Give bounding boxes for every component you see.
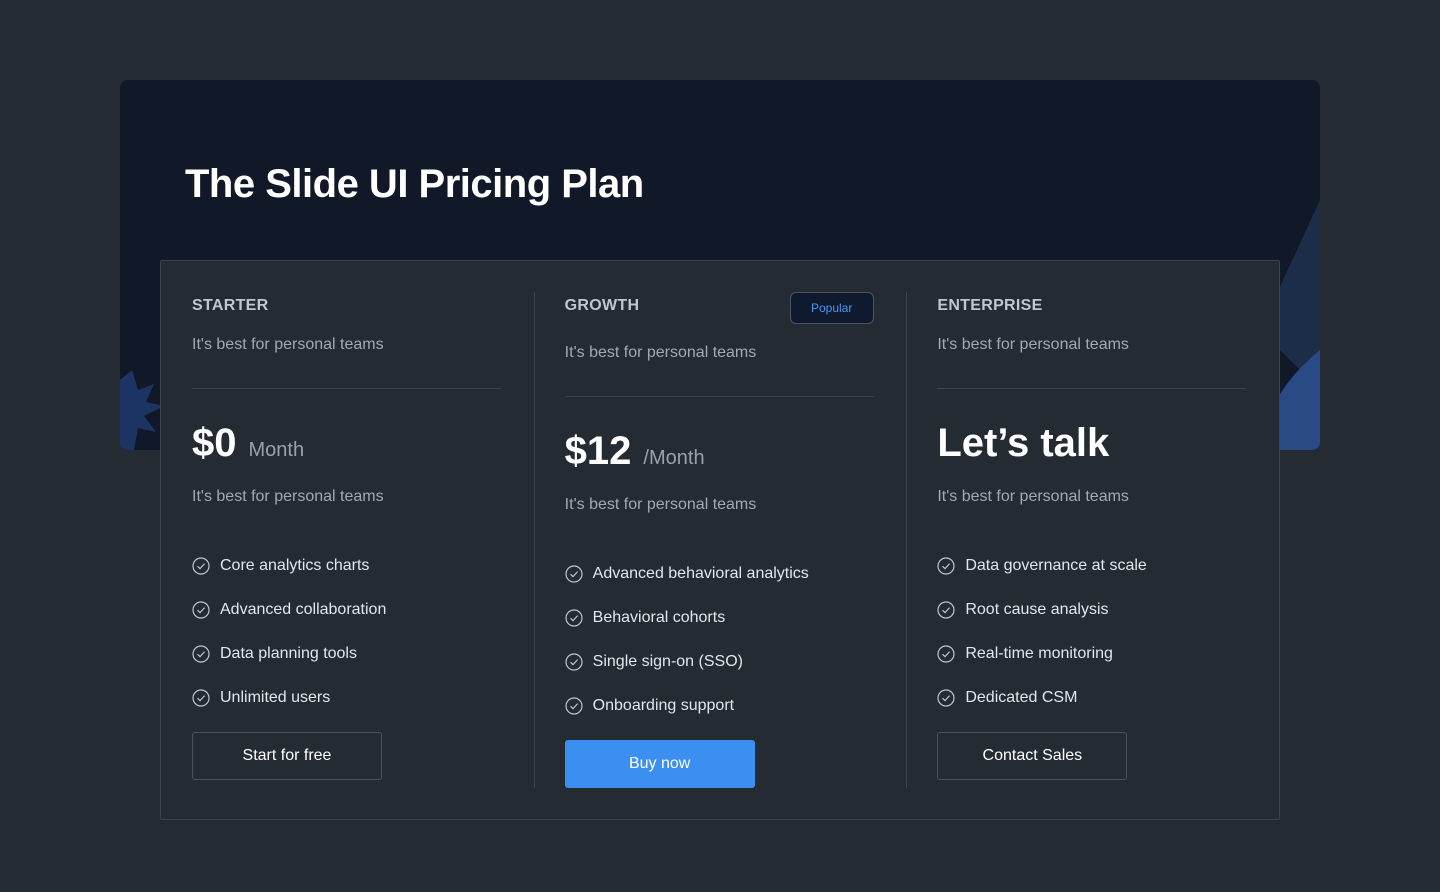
feature-label: Behavioral cohorts: [592, 609, 726, 626]
check-circle-icon: [565, 653, 583, 671]
feature-label: Single sign-on (SSO): [592, 653, 743, 670]
check-circle-icon: [192, 689, 210, 707]
feature-label: Core analytics charts: [220, 557, 370, 574]
popular-badge: Popular: [789, 292, 874, 324]
plan-starter: STARTER It's best for personal teams $0 …: [161, 261, 534, 819]
feature-list: Data governance at scale Root cause anal…: [937, 544, 1147, 720]
pricing-table: STARTER It's best for personal teams $0 …: [160, 260, 1280, 820]
price-row: $0 Month: [192, 421, 304, 466]
check-circle-icon: [565, 609, 583, 627]
start-for-free-button[interactable]: Start for free: [192, 732, 382, 780]
contact-sales-button[interactable]: Contact Sales: [937, 732, 1128, 780]
price-description: It's best for personal teams: [937, 488, 1129, 505]
page-title: The Slide UI Pricing Plan: [185, 162, 644, 206]
check-circle-icon: [937, 689, 955, 707]
feature-label: Unlimited users: [220, 689, 331, 706]
check-circle-icon: [937, 645, 955, 663]
plan-description: It's best for personal teams: [564, 344, 757, 361]
feature-item: Data planning tools: [192, 632, 386, 676]
price-row: Let’s talk: [937, 421, 1109, 466]
feature-label: Onboarding support: [592, 697, 735, 714]
check-circle-icon: [937, 601, 955, 619]
check-circle-icon: [565, 565, 583, 583]
divider: [937, 388, 1247, 389]
plan-description: It's best for personal teams: [192, 336, 384, 353]
feature-item: Onboarding support: [565, 684, 809, 728]
plan-period: /Month: [643, 447, 705, 469]
feature-item: Real-time monitoring: [937, 632, 1146, 676]
check-circle-icon: [192, 557, 210, 575]
price-description: It's best for personal teams: [192, 488, 384, 505]
buy-now-button[interactable]: Buy now: [564, 740, 755, 788]
feature-label: Dedicated CSM: [965, 689, 1078, 706]
feature-item: Data governance at scale: [937, 544, 1147, 588]
price-description: It's best for personal teams: [564, 496, 757, 513]
plan-price: $12: [564, 429, 632, 473]
feature-item: Unlimited users: [192, 676, 386, 720]
plan-name: STARTER: [192, 297, 269, 314]
price-row: $12 /Month: [565, 429, 705, 474]
feature-item: Dedicated CSM: [937, 676, 1146, 720]
check-circle-icon: [565, 697, 583, 715]
feature-label: Advanced collaboration: [220, 601, 387, 618]
feature-label: Root cause analysis: [965, 601, 1109, 618]
plan-description: It's best for personal teams: [937, 336, 1129, 353]
plan-price: $0: [192, 421, 237, 465]
feature-list: Advanced behavioral analytics Behavioral…: [565, 552, 809, 728]
plan-name: GROWTH: [564, 297, 640, 314]
feature-list: Core analytics charts Advanced collabora…: [192, 544, 386, 720]
plan-growth: GROWTH Popular It's best for personal te…: [533, 261, 907, 819]
plan-period: Month: [248, 439, 305, 461]
check-circle-icon: [192, 601, 210, 619]
plan-price: Let’s talk: [937, 421, 1110, 465]
plan-enterprise: ENTERPRISE It's best for personal teams …: [906, 261, 1279, 819]
feature-label: Real-time monitoring: [965, 645, 1113, 662]
feature-label: Data planning tools: [220, 645, 357, 662]
feature-item: Advanced collaboration: [192, 588, 386, 632]
feature-label: Data governance at scale: [965, 557, 1147, 574]
feature-item: Core analytics charts: [192, 544, 386, 588]
feature-item: Behavioral cohorts: [565, 596, 809, 640]
divider: [192, 388, 501, 389]
feature-item: Advanced behavioral analytics: [565, 552, 809, 596]
feature-label: Advanced behavioral analytics: [592, 565, 809, 582]
check-circle-icon: [192, 645, 210, 663]
plan-name: ENTERPRISE: [937, 297, 1043, 314]
feature-item: Root cause analysis: [937, 588, 1146, 632]
check-circle-icon: [937, 557, 955, 575]
divider: [564, 396, 874, 397]
feature-item: Single sign-on (SSO): [565, 640, 809, 684]
